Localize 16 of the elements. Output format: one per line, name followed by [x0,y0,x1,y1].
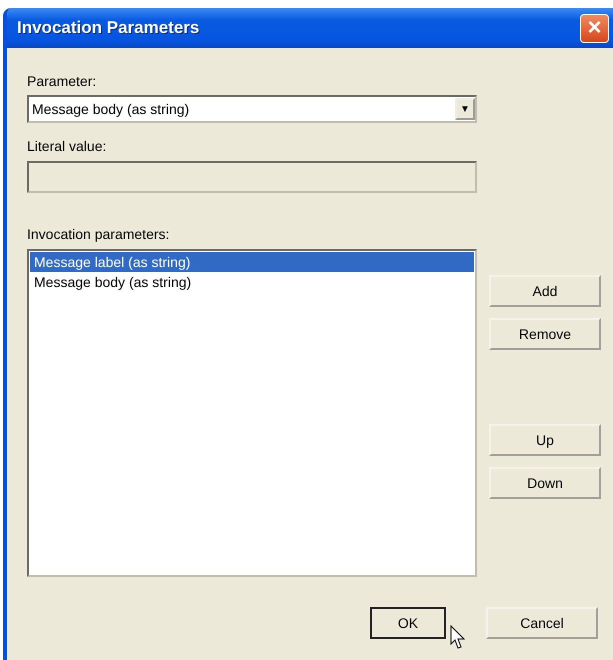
list-item[interactable]: Message body (as string) [30,272,474,292]
side-button[interactable]: Up [489,424,601,456]
window-title: Invocation Parameters [17,18,200,38]
side-button[interactable]: Remove [489,318,601,350]
invocation-parameters-label: Invocation parameters: [27,225,170,243]
dropdown-value: Message body (as string) [32,101,190,117]
dropdown-arrow-button[interactable]: ▼ [455,98,475,120]
literal-value-label: Literal value: [27,137,108,155]
cancel-button[interactable]: Cancel [486,607,598,639]
side-button[interactable]: Add [489,275,601,307]
side-button[interactable]: Down [489,467,601,499]
ok-button[interactable]: OK [370,607,446,639]
parameter-label: Parameter: [27,72,98,90]
parameter-dropdown[interactable]: Message body (as string) ▼ [27,95,477,123]
list-item[interactable]: Message label (as string) [30,252,474,272]
mouse-pointer-icon [450,625,466,651]
